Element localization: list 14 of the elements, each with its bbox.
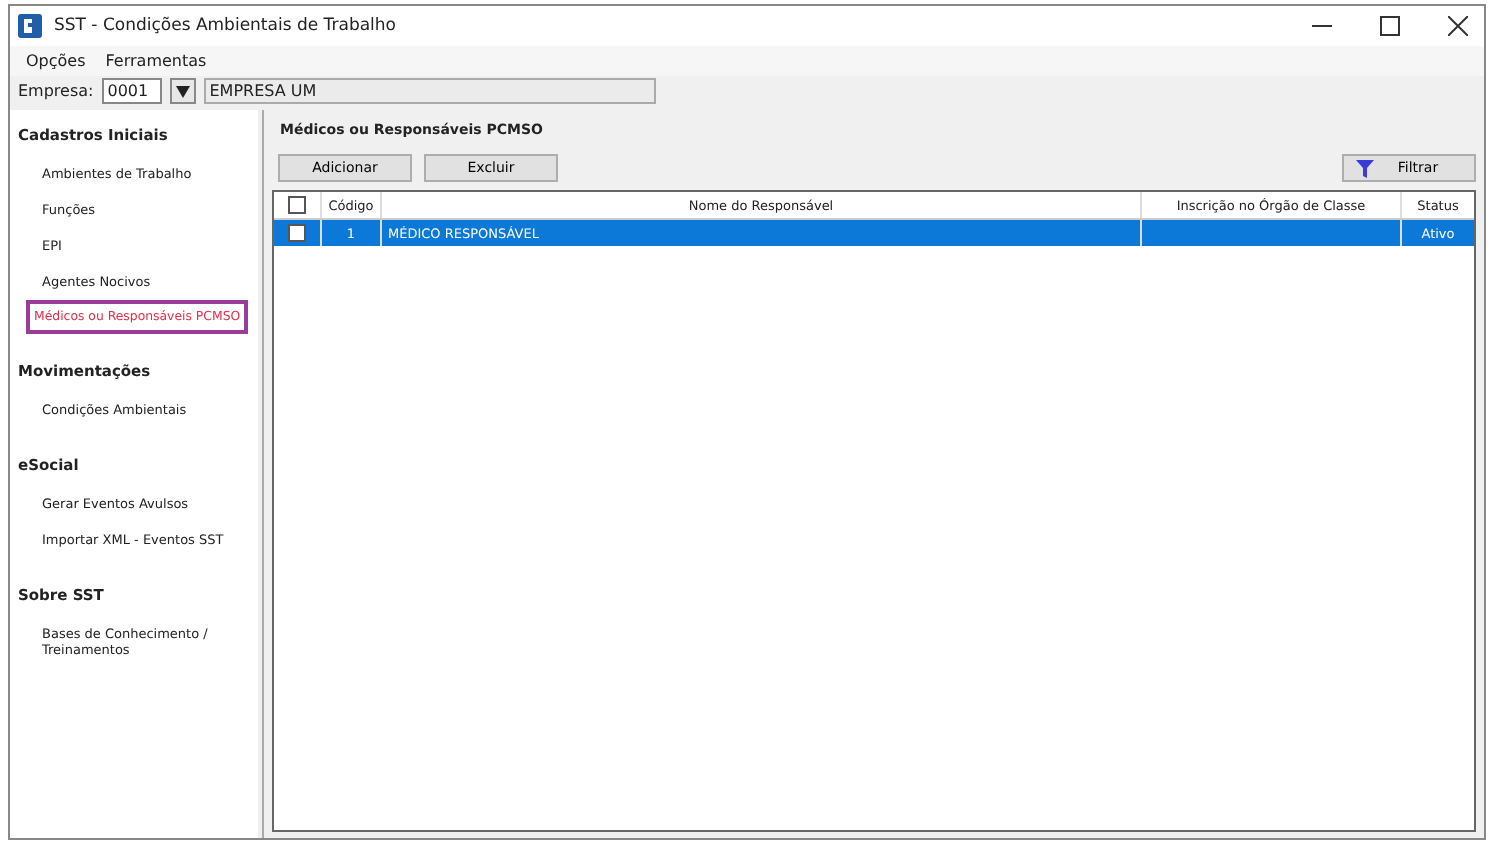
menu-item[interactable]: Ferramentas — [105, 52, 207, 70]
window-title: SST - Condições Ambientais de Trabalho — [54, 16, 396, 36]
empresa-label: Empresa: — [18, 82, 94, 100]
filter-icon — [1356, 159, 1374, 177]
dropdown-icon — [175, 85, 190, 97]
close-icon[interactable] — [1448, 16, 1468, 36]
app-logo-icon — [18, 14, 42, 38]
checkbox[interactable] — [288, 224, 306, 242]
company-name-field: EMPRESA UM — [203, 78, 656, 104]
company-code-field[interactable]: 0001 — [101, 78, 162, 104]
menu-item[interactable]: Opções — [26, 52, 86, 70]
dropdown-button[interactable] — [169, 78, 196, 104]
maximize-icon[interactable] — [1380, 16, 1400, 36]
checkbox[interactable] — [288, 196, 306, 214]
